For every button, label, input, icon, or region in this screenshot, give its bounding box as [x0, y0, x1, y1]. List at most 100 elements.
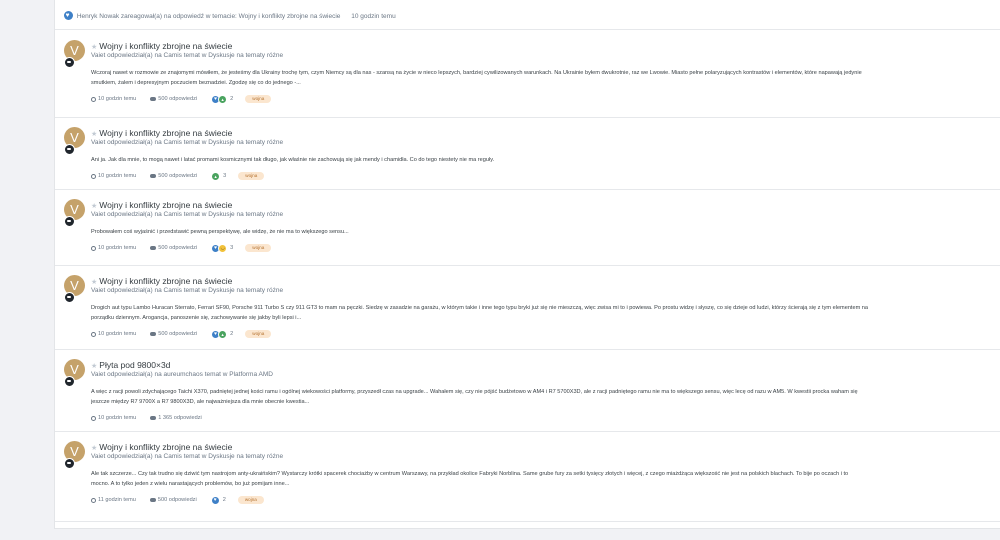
excerpt-line-2: smutkiem, żalem i depresyjnym poczuciem …	[91, 79, 301, 86]
clock-icon	[91, 331, 96, 337]
tag-badge[interactable]: wojna	[238, 172, 265, 180]
item-title[interactable]: ★ Wojny i konflikty zbrojne na świecie	[91, 200, 232, 210]
clock-icon	[91, 415, 96, 421]
reaction-count: 2	[222, 497, 226, 503]
reply-count: 500 odpowiedzi	[157, 497, 197, 503]
post-time[interactable]: 10 godzin temu	[98, 173, 136, 179]
comment-icon	[64, 216, 75, 227]
clock-icon	[91, 245, 96, 251]
item-title[interactable]: ★ Wojny i konflikty zbrojne na świecie	[91, 442, 232, 452]
reactions[interactable]: 2	[210, 495, 226, 505]
activity-item: V ★ Wojny i konflikty zbrojne na świecie Va…	[55, 266, 1000, 350]
clock-icon	[91, 173, 96, 179]
avatar-letter: V	[70, 278, 79, 293]
post-excerpt: A więc z racji powoli zdychającego Taich…	[91, 388, 1000, 407]
comment-icon	[64, 376, 75, 387]
topic-title-link[interactable]: Wojny i konflikty zbrojne na świecie	[99, 41, 232, 51]
topic-title-link[interactable]: Wojny i konflikty zbrojne na świecie	[99, 128, 232, 138]
heart-reaction-icon	[64, 11, 73, 20]
star-icon[interactable]: ★	[91, 363, 97, 370]
post-excerpt: Wczoraj nawet w rozmowie ze znajomymi mó…	[91, 69, 1000, 88]
tag-badge[interactable]: wojna	[245, 95, 272, 103]
clock-icon	[91, 96, 96, 102]
notification-text: Henryk Nowak zareagował(a) na odpowiedź …	[76, 13, 341, 20]
item-meta: 10 godzin temu 500 odpowiedzi 2 wojna	[91, 94, 272, 104]
excerpt-line-1: Drogich aut typu Lambo Huracan Sterrato,…	[91, 305, 869, 311]
reaction-notification[interactable]: Henryk Nowak zareagował(a) na odpowiedź …	[55, 0, 1000, 30]
reply-count: 500 odpowiedzi	[158, 331, 198, 337]
star-icon[interactable]: ★	[91, 44, 97, 51]
item-meta: 10 godzin temu 500 odpowiedzi 3 wojna	[91, 171, 265, 181]
comments-icon	[150, 245, 157, 251]
post-excerpt: Probowałem coś wyjaśnić i przedstawić pe…	[91, 228, 1000, 238]
post-time[interactable]: 10 godzin temu	[98, 245, 136, 251]
comments-icon	[149, 497, 156, 503]
star-icon[interactable]: ★	[91, 445, 97, 452]
avatar-letter: V	[70, 444, 79, 459]
comments-icon	[150, 96, 157, 102]
activity-item: V ★ Płyta pod 9800×3d Vaiet odpowiedział(a)…	[55, 350, 1000, 432]
item-meta: 10 godzin temu 500 odpowiedzi 3 wojna	[91, 243, 272, 253]
notification-time: 10 godzin temu	[351, 13, 396, 20]
comment-icon	[64, 57, 75, 68]
post-time[interactable]: 10 godzin temu	[98, 415, 136, 421]
post-time[interactable]: 10 godzin temu	[98, 331, 136, 337]
topic-title-link[interactable]: Wojny i konflikty zbrojne na świecie	[99, 200, 232, 210]
avatar-letter: V	[70, 43, 79, 58]
topic-title-link[interactable]: Płyta pod 9800×3d	[99, 360, 170, 370]
upvote-reaction-icon	[218, 329, 228, 339]
avatar-letter: V	[70, 202, 79, 217]
item-subtitle: Vaiet odpowiedział(a) na Camis temat w D…	[91, 52, 284, 59]
avatar-letter: V	[70, 362, 79, 377]
tag-badge[interactable]: wojna	[245, 244, 272, 252]
reactions[interactable]: 3	[211, 171, 227, 181]
item-title[interactable]: ★ Wojny i konflikty zbrojne na świecie	[91, 41, 232, 51]
excerpt-line-1: A więc z racji powoli zdychającego Taich…	[91, 389, 858, 395]
excerpt-line-2: mocno. A to tylko jeden z wielu narastaj…	[91, 480, 290, 487]
post-time[interactable]: 11 godzin temu	[98, 497, 136, 503]
reply-count: 500 odpowiedzi	[158, 173, 198, 179]
item-subtitle: Vaiet odpowiedział(a) na Camis temat w D…	[91, 287, 284, 294]
topic-title-link[interactable]: Wojny i konflikty zbrojne na świecie	[99, 442, 232, 452]
star-icon[interactable]: ★	[91, 279, 97, 286]
tag-badge[interactable]: wojna	[245, 330, 272, 338]
comments-icon	[150, 331, 157, 337]
item-subtitle: Vaiet odpowiedział(a) na Camis temat w D…	[91, 139, 284, 146]
post-time[interactable]: 10 godzin temu	[98, 96, 136, 102]
comments-icon	[150, 173, 157, 179]
excerpt-line-2: porządku dziennym. Arogancja, panoszenie…	[91, 314, 302, 321]
tag-badge[interactable]: wojna	[237, 496, 264, 504]
item-title[interactable]: ★ Wojny i konflikty zbrojne na świecie	[91, 128, 232, 138]
post-excerpt: Ani ja. Jak dla mnie, to mogą nawet i la…	[91, 156, 1000, 166]
comment-icon	[64, 292, 75, 303]
post-excerpt: Drogich aut typu Lambo Huracan Sterrato,…	[91, 304, 1000, 323]
reaction-count: 3	[223, 173, 227, 179]
upvote-reaction-icon	[218, 94, 228, 104]
upvote-reaction-icon	[211, 171, 221, 181]
activity-stream: Henryk Nowak zareagował(a) na odpowiedź …	[54, 0, 1000, 529]
reaction-count: 2	[230, 331, 234, 337]
reactions[interactable]: 2	[211, 329, 234, 339]
star-icon[interactable]: ★	[91, 131, 97, 138]
reactions[interactable]: 3	[211, 243, 234, 253]
item-title[interactable]: ★ Płyta pod 9800×3d	[91, 360, 170, 370]
item-meta: 10 godzin temu 1 365 odpowiedzi	[91, 413, 216, 423]
star-icon[interactable]: ★	[91, 203, 97, 210]
item-subtitle: Vaiet odpowiedział(a) na Camis temat w D…	[91, 211, 284, 218]
item-title[interactable]: ★ Wojny i konflikty zbrojne na świecie	[91, 276, 232, 286]
heart-reaction-icon	[210, 495, 220, 505]
comments-icon	[150, 415, 157, 421]
activity-item: V ★ Wojny i konflikty zbrojne na świecie Va…	[55, 118, 1000, 190]
item-subtitle: Vaiet odpowiedział(a) na aureumchaos tem…	[91, 371, 273, 378]
comment-icon	[64, 458, 75, 469]
activity-item: V ★ Wojny i konflikty zbrojne na świecie Va…	[55, 190, 1000, 266]
reactions[interactable]: 2	[211, 94, 234, 104]
activity-item: V ★ Wojny i konflikty zbrojne na świecie Va…	[55, 432, 1000, 522]
excerpt-line-1: Ani ja. Jak dla mnie, to mogą nawet i la…	[91, 157, 495, 163]
reaction-count: 2	[230, 96, 234, 102]
topic-title-link[interactable]: Wojny i konflikty zbrojne na świecie	[99, 276, 232, 286]
item-subtitle: Vaiet odpowiedział(a) na Camis temat w D…	[91, 453, 284, 460]
reaction-count: 3	[230, 245, 234, 251]
haha-reaction-icon	[218, 243, 228, 253]
comment-icon	[64, 144, 75, 155]
